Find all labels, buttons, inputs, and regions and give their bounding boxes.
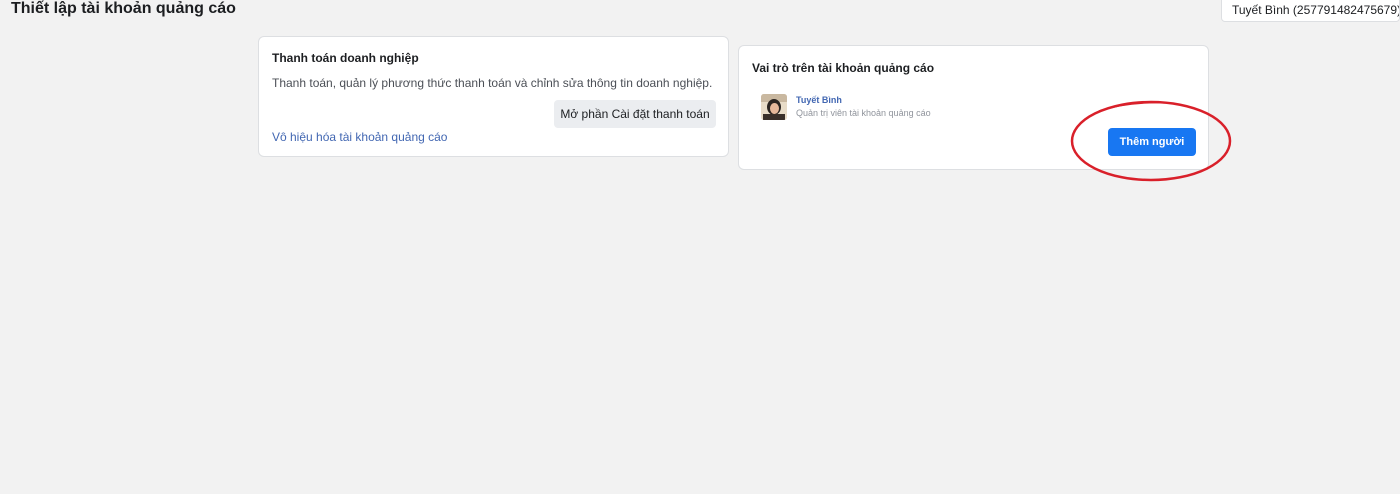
- user-avatar[interactable]: [761, 94, 787, 120]
- member-role: Quản trị viên tài khoản quảng cáo: [796, 108, 931, 118]
- ad-account-selector[interactable]: Tuyết Bình (257791482475679): [1221, 0, 1400, 22]
- member-name-link[interactable]: Tuyết Bình: [796, 95, 842, 105]
- open-payment-settings-button[interactable]: Mở phần Cài đặt thanh toán: [554, 100, 716, 128]
- business-payment-card-title: Thanh toán doanh nghiệp: [272, 51, 419, 65]
- page-title: Thiết lập tài khoản quảng cáo: [11, 0, 236, 17]
- add-person-button[interactable]: Thêm người: [1108, 128, 1196, 156]
- business-payment-card: Thanh toán doanh nghiệp Thanh toán, quản…: [258, 36, 729, 157]
- ad-account-roles-card: Vai trò trên tài khoản quảng cáo Tuyết B…: [738, 45, 1209, 170]
- business-payment-card-description: Thanh toán, quản lý phương thức thanh to…: [272, 76, 713, 90]
- ad-account-roles-card-title: Vai trò trên tài khoản quảng cáo: [752, 61, 935, 75]
- deactivate-ad-account-link[interactable]: Vô hiệu hóa tài khoản quảng cáo: [272, 130, 447, 144]
